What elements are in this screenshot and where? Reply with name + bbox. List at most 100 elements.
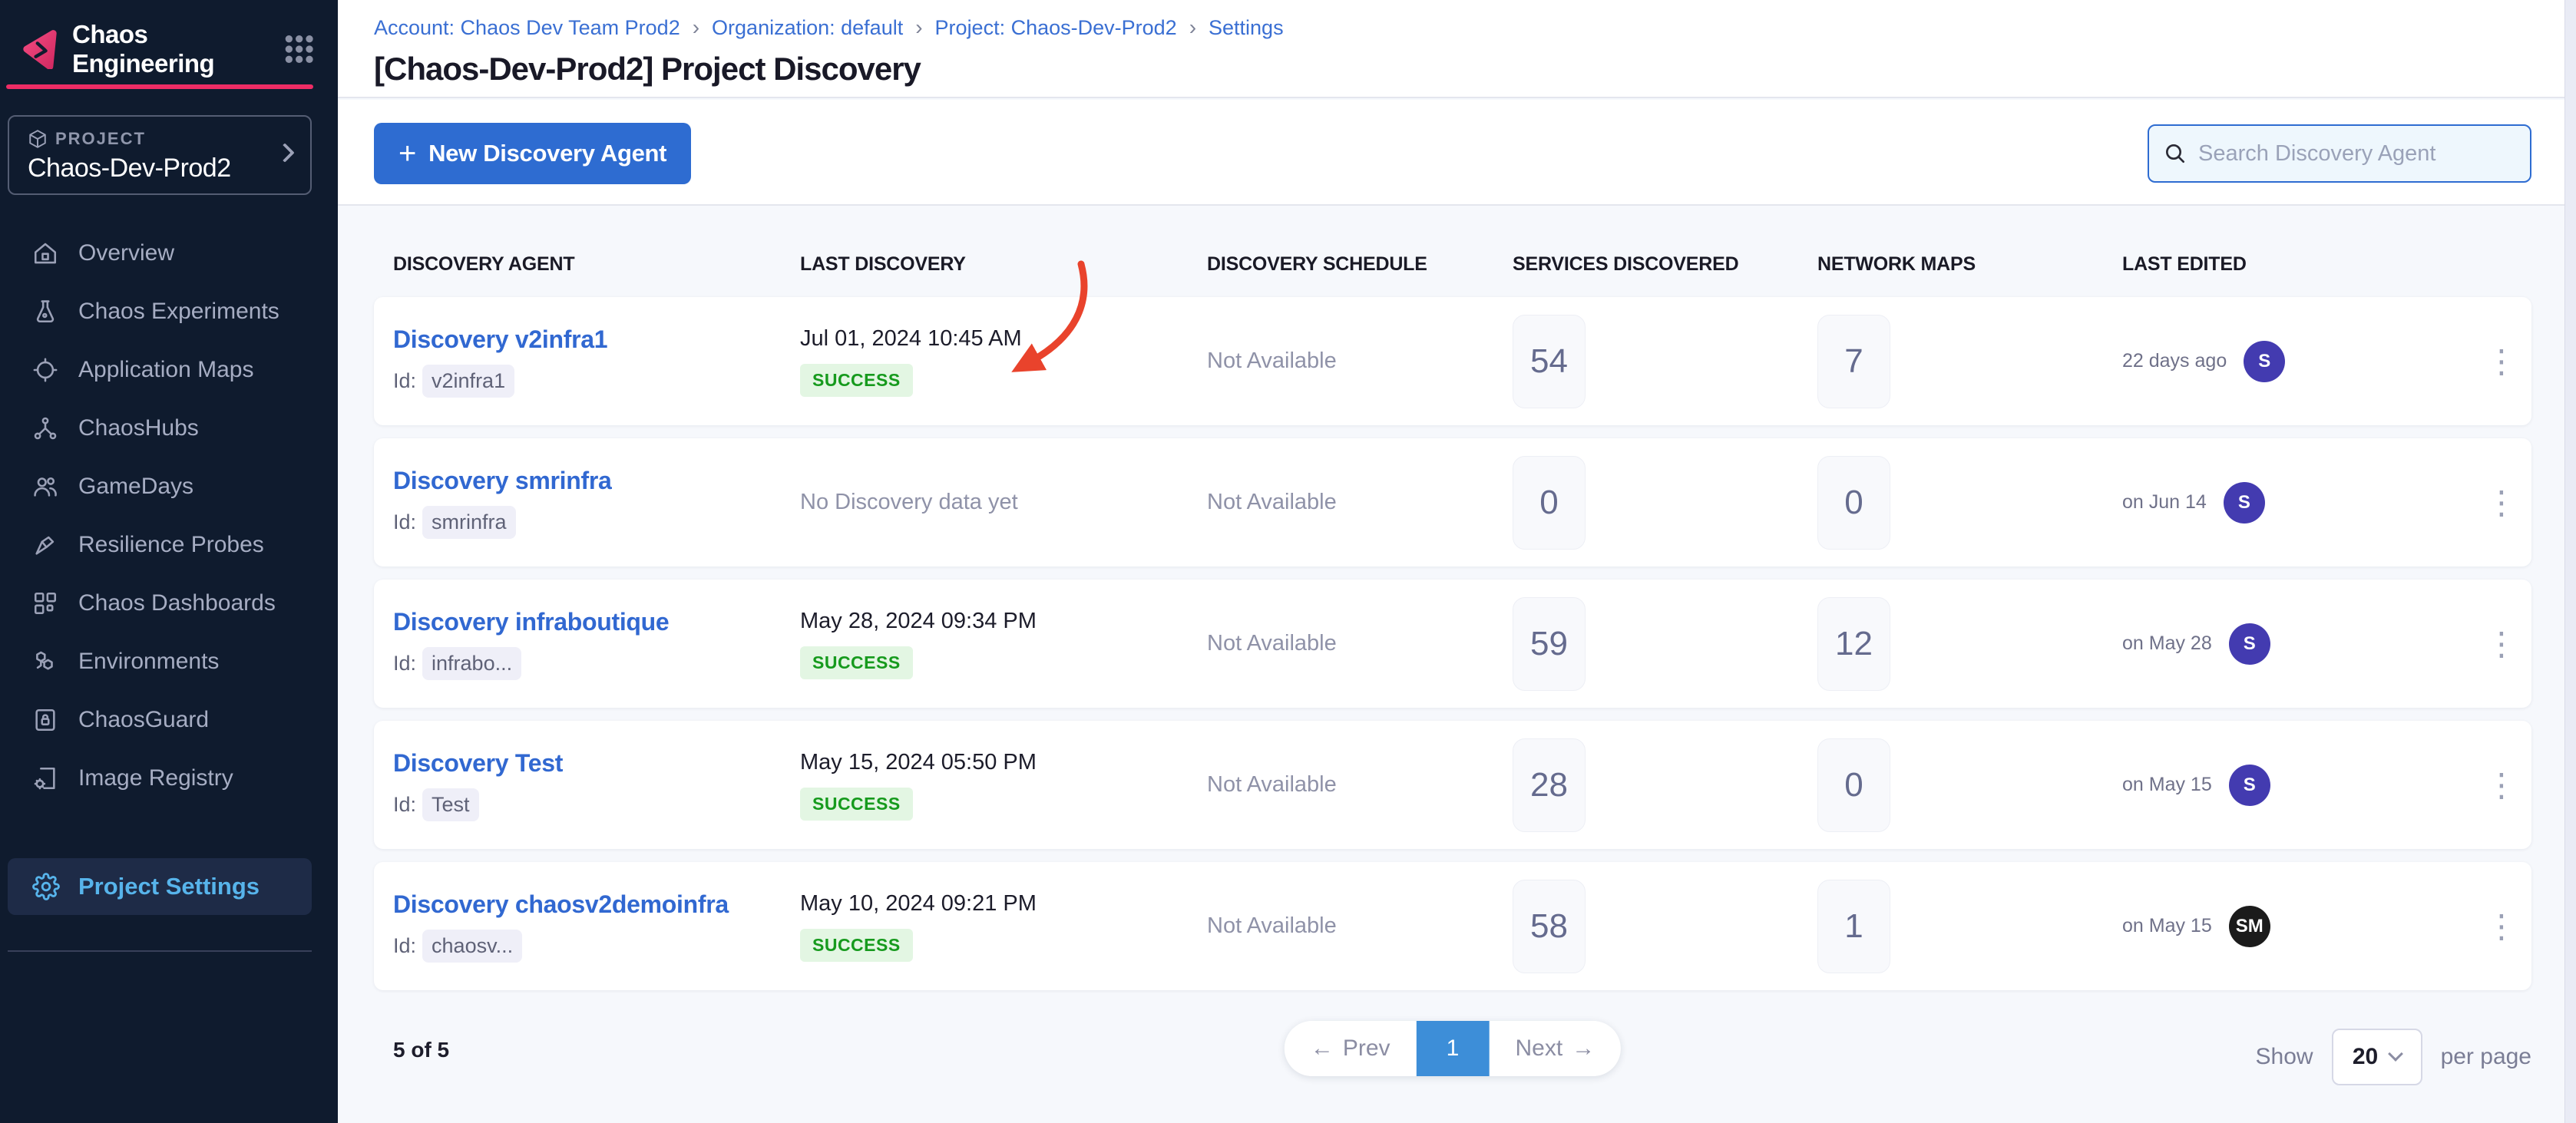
agent-cell: Discovery Test Id: Test <box>374 749 781 821</box>
last-edited-text: on May 15 <box>2122 915 2212 937</box>
services-cell: 0 <box>1493 456 1798 550</box>
row-menu-kebab-icon[interactable]: ⋮ <box>2472 628 2531 660</box>
services-count: 0 <box>1513 456 1586 550</box>
project-label: PROJECT <box>55 129 146 149</box>
last-edited-cell: on May 15 SM <box>2103 906 2472 947</box>
project-name: Chaos-Dev-Prod2 <box>28 154 295 183</box>
prev-page-button[interactable]: ← Prev <box>1285 1021 1417 1076</box>
sidebar-item-application-maps[interactable]: Application Maps <box>0 341 338 399</box>
sidebar-item-environments[interactable]: Environments <box>0 633 338 691</box>
maps-cell: 0 <box>1798 738 2103 832</box>
sidebar-item-chaoshubs[interactable]: ChaosHubs <box>0 399 338 457</box>
discovery-agent-link[interactable]: Discovery smrinfra <box>393 467 781 495</box>
services-cell: 59 <box>1493 597 1798 691</box>
schedule-cell: Not Available <box>1188 631 1493 656</box>
network-maps-count: 0 <box>1817 738 1890 832</box>
schedule-value: Not Available <box>1207 348 1337 373</box>
agent-id: Id: v2infra1 <box>393 365 781 398</box>
search-input[interactable] <box>2198 141 2516 167</box>
toolbar: + New Discovery Agent <box>338 100 2576 206</box>
sidebar-item-chaos-dashboards[interactable]: Chaos Dashboards <box>0 574 338 633</box>
plus-icon: + <box>398 138 416 169</box>
last-discovery-cell: No Discovery data yet <box>781 490 1188 515</box>
discovery-agent-link[interactable]: Discovery infraboutique <box>393 608 781 636</box>
project-selector[interactable]: PROJECT Chaos-Dev-Prod2 <box>8 115 312 195</box>
row-menu-kebab-icon[interactable]: ⋮ <box>2472 910 2531 943</box>
next-page-button[interactable]: Next → <box>1490 1021 1622 1076</box>
page-number-button[interactable]: 1 <box>1417 1021 1490 1076</box>
schedule-cell: Not Available <box>1188 772 1493 798</box>
no-discovery-note: No Discovery data yet <box>800 490 1188 515</box>
network-maps-count: 0 <box>1817 456 1890 550</box>
maps-cell: 0 <box>1798 456 2103 550</box>
sidebar-item-gamedays[interactable]: GameDays <box>0 457 338 516</box>
status-badge: SUCCESS <box>800 364 913 397</box>
table-row: Discovery smrinfra Id: smrinfra No Disco… <box>374 438 2531 566</box>
agent-id: Id: infrabo... <box>393 647 781 680</box>
last-edited-cell: on May 15 S <box>2103 765 2472 806</box>
sidebar-item-image-registry[interactable]: Image Registry <box>0 749 338 808</box>
breadcrumb-settings[interactable]: Settings <box>1209 16 1284 40</box>
last-discovery-date: May 15, 2024 05:50 PM <box>800 750 1188 775</box>
sidebar-item-label: Resilience Probes <box>78 532 264 558</box>
last-edited-text: 22 days ago <box>2122 350 2227 372</box>
prev-label: Prev <box>1343 1035 1391 1062</box>
last-edited-text: on May 15 <box>2122 774 2212 796</box>
page-size-control: Show 20 per page <box>2256 1029 2531 1085</box>
row-menu-kebab-icon[interactable]: ⋮ <box>2472 769 2531 801</box>
sidebar-item-label: Environments <box>78 649 219 675</box>
maps-cell: 1 <box>1798 880 2103 973</box>
schedule-cell: Not Available <box>1188 913 1493 939</box>
discovery-agent-link[interactable]: Discovery Test <box>393 749 781 778</box>
new-discovery-agent-label: New Discovery Agent <box>428 140 666 167</box>
last-discovery-cell: Jul 01, 2024 10:45 AM SUCCESS <box>781 326 1188 397</box>
breadcrumb-organization[interactable]: Organization: default <box>712 16 903 40</box>
cube-icon <box>28 129 48 149</box>
per-page-label: per page <box>2441 1044 2531 1070</box>
sidebar-item-resilience-probes[interactable]: Resilience Probes <box>0 516 338 574</box>
schedule-cell: Not Available <box>1188 348 1493 374</box>
id-label: Id: <box>393 652 416 675</box>
id-label: Id: <box>393 369 416 393</box>
crosshair-icon <box>32 357 58 383</box>
table-row: Discovery chaosv2demoinfra Id: chaosv...… <box>374 862 2531 990</box>
search-icon <box>2163 141 2187 166</box>
discovery-agent-link[interactable]: Discovery chaosv2demoinfra <box>393 890 781 919</box>
table-footer: 5 of 5 ← Prev 1 Next → Show 20 per page <box>374 1021 2531 1090</box>
id-value: Test <box>422 788 479 821</box>
id-value: smrinfra <box>422 506 516 539</box>
page-size-value: 20 <box>2353 1044 2378 1070</box>
show-label: Show <box>2256 1044 2313 1070</box>
agent-id: Id: smrinfra <box>393 506 781 539</box>
breadcrumb-project[interactable]: Project: Chaos-Dev-Prod2 <box>935 16 1177 40</box>
sidebar-item-project-settings[interactable]: Project Settings <box>8 858 312 915</box>
avatar: S <box>2224 482 2265 524</box>
breadcrumb-separator: › <box>915 15 922 40</box>
chevron-down-icon <box>2388 1046 2403 1062</box>
agent-cell: Discovery infraboutique Id: infrabo... <box>374 608 781 680</box>
vertical-scrollbar[interactable] <box>2564 0 2576 1123</box>
status-badge: SUCCESS <box>800 646 913 679</box>
last-edited-cell: on Jun 14 S <box>2103 482 2472 524</box>
sidebar-item-label: ChaosHubs <box>78 415 199 441</box>
services-count: 58 <box>1513 880 1586 973</box>
discovery-agent-link[interactable]: Discovery v2infra1 <box>393 325 781 354</box>
table-row: Discovery v2infra1 Id: v2infra1 Jul 01, … <box>374 297 2531 425</box>
sidebar: Chaos Engineering PROJECT Chaos-Dev-Prod… <box>0 0 338 1123</box>
maps-cell: 12 <box>1798 597 2103 691</box>
last-edited-cell: on May 28 S <box>2103 623 2472 665</box>
flask-icon <box>32 299 58 325</box>
page-size-select[interactable]: 20 <box>2332 1029 2422 1085</box>
column-header-discovery-agent: DISCOVERY AGENT <box>374 253 781 276</box>
app-grid-icon[interactable] <box>279 27 319 71</box>
sidebar-item-chaosguard[interactable]: ChaosGuard <box>0 691 338 749</box>
sidebar-item-label: Chaos Experiments <box>78 299 279 325</box>
new-discovery-agent-button[interactable]: + New Discovery Agent <box>374 123 691 184</box>
sidebar-item-overview[interactable]: Overview <box>0 224 338 282</box>
column-header-services-discovered: SERVICES DISCOVERED <box>1493 253 1798 276</box>
row-menu-kebab-icon[interactable]: ⋮ <box>2472 345 2531 378</box>
column-header-network-maps: NETWORK MAPS <box>1798 253 2103 276</box>
breadcrumb-account[interactable]: Account: Chaos Dev Team Prod2 <box>374 16 680 40</box>
sidebar-item-chaos-experiments[interactable]: Chaos Experiments <box>0 282 338 341</box>
row-menu-kebab-icon[interactable]: ⋮ <box>2472 487 2531 519</box>
